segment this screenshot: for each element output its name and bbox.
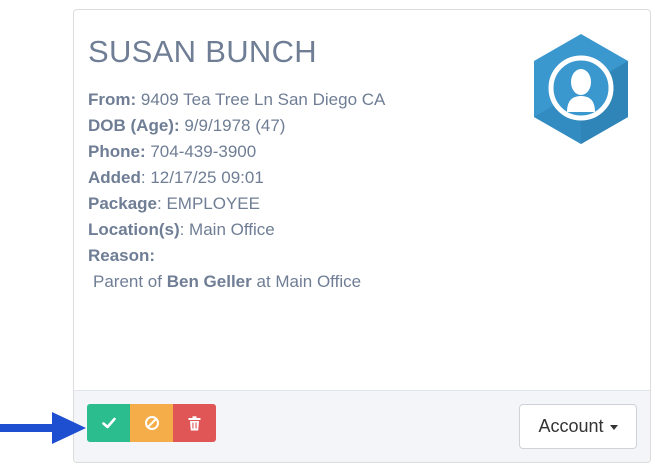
account-dropdown-button[interactable]: Account — [519, 404, 637, 449]
added-row: Added: 12/17/25 09:01 — [88, 168, 385, 194]
person-details: From: 9409 Tea Tree Ln San Diego CA DOB … — [88, 90, 385, 298]
from-row: From: 9409 Tea Tree Ln San Diego CA — [88, 90, 385, 116]
caret-down-icon — [609, 425, 618, 430]
approve-button[interactable] — [87, 404, 130, 442]
added-value: : 12/17/25 09:01 — [140, 168, 264, 187]
location-row: Location(s): Main Office — [88, 220, 385, 246]
location-label: Location(s) — [88, 220, 180, 239]
ban-icon — [144, 416, 159, 430]
reason-prefix: Parent of — [93, 272, 167, 291]
phone-row: Phone: 704-439-3900 — [88, 142, 385, 168]
visitor-card: SUSAN BUNCH From: 9409 Tea Tree Ln San D… — [73, 9, 651, 463]
from-value: 9409 Tea Tree Ln San Diego CA — [136, 90, 386, 109]
phone-label: Phone: — [88, 142, 146, 161]
phone-value: 704-439-3900 — [145, 142, 257, 161]
reason-suffix: at Main Office — [251, 272, 362, 291]
package-row: Package: EMPLOYEE — [88, 194, 385, 220]
reason-row: Reason: — [88, 246, 385, 272]
deny-button[interactable] — [130, 404, 173, 442]
reason-label: Reason: — [88, 246, 156, 265]
package-value: : EMPLOYEE — [157, 194, 260, 213]
person-name: SUSAN BUNCH — [88, 34, 317, 69]
arrow-right-icon — [0, 412, 86, 444]
account-label: Account — [538, 416, 604, 436]
action-button-group — [87, 404, 216, 442]
dob-value: 9/9/1978 (47) — [179, 116, 286, 135]
card-footer: Account — [74, 390, 650, 462]
card-body: SUSAN BUNCH From: 9409 Tea Tree Ln San D… — [74, 10, 650, 392]
added-label: Added — [88, 168, 141, 187]
location-value: : Main Office — [179, 220, 275, 239]
dob-label: DOB (Age): — [88, 116, 180, 135]
trash-icon — [188, 415, 201, 430]
dob-row: DOB (Age): 9/9/1978 (47) — [88, 116, 385, 142]
delete-button[interactable] — [173, 404, 216, 442]
reason-text: Parent of Ben Geller at Main Office — [88, 272, 385, 298]
reason-child-name: Ben Geller — [166, 272, 252, 291]
from-label: From: — [88, 90, 137, 109]
package-label: Package — [88, 194, 157, 213]
check-icon — [101, 417, 116, 429]
user-hexagon-icon — [534, 34, 628, 144]
